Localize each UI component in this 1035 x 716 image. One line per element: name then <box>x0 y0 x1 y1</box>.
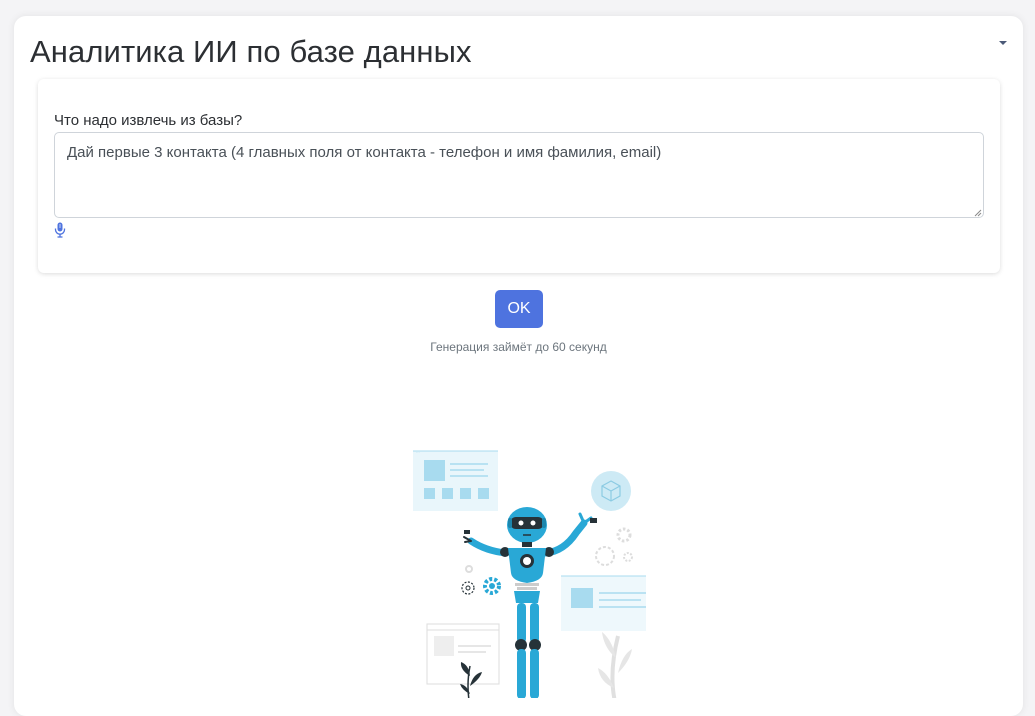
resize-grip-icon[interactable] <box>974 209 982 217</box>
ok-button[interactable]: OK <box>495 290 543 328</box>
document-panel-icon <box>426 623 500 685</box>
query-label: Что надо извлечь из базы? <box>54 112 243 129</box>
svg-text:...: ... <box>416 449 420 454</box>
query-textarea[interactable]: Дай первые 3 контакта (4 главных поля от… <box>54 132 984 218</box>
generation-hint: Генерация займёт до 60 секунд <box>430 340 607 354</box>
chart-panel-icon <box>561 575 646 631</box>
cube-bubble-icon <box>591 471 631 511</box>
page-title: Аналитика ИИ по базе данных <box>30 34 472 69</box>
analytics-card: Аналитика ИИ по базе данных Что надо изв… <box>14 16 1023 716</box>
caret-down-icon[interactable] <box>997 38 1009 48</box>
microphone-icon[interactable] <box>54 222 66 238</box>
query-panel: Что надо извлечь из базы? Дай первые 3 к… <box>38 79 1000 273</box>
robot-illustration: ... <box>413 449 646 698</box>
dashboard-panel-icon: ... <box>413 449 498 511</box>
